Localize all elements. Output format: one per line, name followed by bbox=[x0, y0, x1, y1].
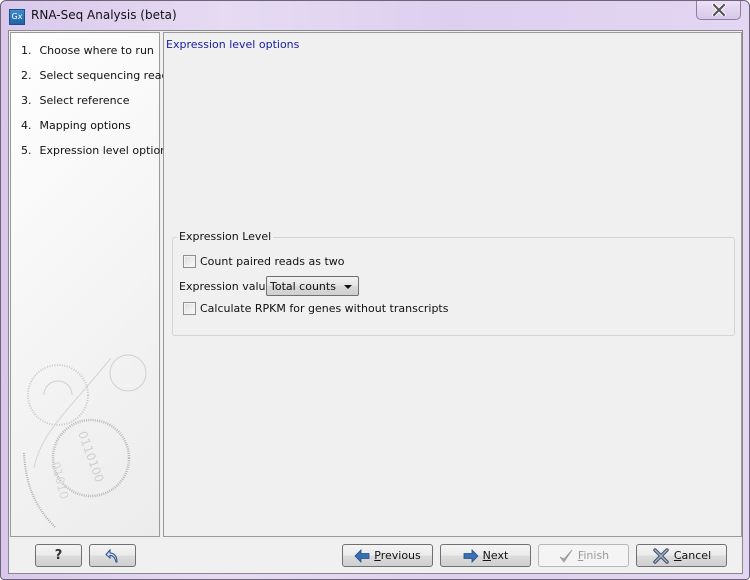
count-paired-reads-checkbox[interactable] bbox=[183, 255, 196, 268]
svg-text:0110100: 0110100 bbox=[75, 429, 106, 484]
step-number: 2. bbox=[21, 69, 32, 82]
cancel-button[interactable]: Cancel bbox=[636, 544, 727, 567]
arrow-left-icon bbox=[354, 548, 370, 563]
previous-button[interactable]: Previous bbox=[342, 544, 433, 567]
window-title: RNA-Seq Analysis (beta) bbox=[31, 8, 177, 22]
step-item: 1. Choose where to run bbox=[21, 44, 154, 57]
group-title: Expression Level bbox=[177, 230, 274, 243]
step-label: Select reference bbox=[39, 94, 130, 107]
step-item: 4. Mapping options bbox=[21, 119, 131, 132]
expression-level-group: Expression Level Count paired reads as t… bbox=[172, 230, 735, 336]
step-number: 1. bbox=[21, 44, 32, 57]
step-item: 3. Select reference bbox=[21, 94, 129, 107]
expression-value-label: Expression value bbox=[179, 280, 273, 293]
chevron-down-icon bbox=[344, 285, 352, 289]
finish-button[interactable]: Finish bbox=[538, 544, 629, 567]
title-bar[interactable]: Gx RNA-Seq Analysis (beta) bbox=[1, 1, 749, 31]
wizard-steps-panel: 1. Choose where to run 2. Select sequenc… bbox=[10, 32, 174, 537]
step-item: 2. Select sequencing reads bbox=[21, 69, 174, 82]
arrow-right-icon bbox=[463, 548, 479, 563]
step-number: 4. bbox=[21, 119, 32, 132]
calculate-rpkm-label: Calculate RPKM for genes without transcr… bbox=[200, 302, 449, 315]
svg-text:01010: 01010 bbox=[48, 460, 71, 501]
calculate-rpkm-option[interactable]: Calculate RPKM for genes without transcr… bbox=[183, 302, 448, 315]
finish-label: Finish bbox=[577, 549, 610, 562]
decorative-swirl-logo: 0110100 01010 bbox=[23, 354, 147, 529]
next-button[interactable]: Next bbox=[440, 544, 531, 567]
close-icon bbox=[711, 4, 726, 16]
close-button[interactable] bbox=[696, 1, 741, 20]
step-number: 3. bbox=[21, 94, 32, 107]
step-label: Choose where to run bbox=[39, 44, 154, 57]
count-paired-reads-label: Count paired reads as two bbox=[200, 255, 345, 268]
dropdown-selected-value: Total counts bbox=[270, 279, 336, 293]
restore-defaults-button[interactable] bbox=[89, 544, 136, 567]
next-label: Next bbox=[482, 549, 509, 562]
app-icon: Gx bbox=[9, 9, 25, 25]
count-paired-reads-option[interactable]: Count paired reads as two bbox=[183, 255, 344, 268]
page-heading: Expression level options bbox=[166, 38, 300, 51]
checkmark-icon bbox=[559, 549, 573, 563]
step-label: Expression level options bbox=[39, 144, 173, 157]
restore-defaults-icon bbox=[104, 548, 118, 562]
dialog-client-area: 1. Choose where to run 2. Select sequenc… bbox=[8, 30, 743, 574]
dialog-window: Gx RNA-Seq Analysis (beta) 1. Choose whe… bbox=[0, 0, 750, 580]
expression-value-dropdown[interactable]: Total counts bbox=[266, 276, 359, 296]
step-label: Mapping options bbox=[39, 119, 131, 132]
previous-label: Previous bbox=[374, 549, 421, 562]
help-button[interactable]: ? bbox=[35, 544, 82, 567]
wizard-content-panel: Expression level options Expression Leve… bbox=[163, 32, 742, 537]
cancel-label: Cancel bbox=[673, 549, 712, 562]
step-label: Select sequencing reads bbox=[39, 69, 175, 82]
step-item-current: 5. Expression level options bbox=[21, 144, 173, 157]
step-number: 5. bbox=[21, 144, 32, 157]
calculate-rpkm-checkbox[interactable] bbox=[183, 302, 196, 315]
x-icon bbox=[653, 547, 669, 564]
help-icon: ? bbox=[54, 548, 63, 563]
